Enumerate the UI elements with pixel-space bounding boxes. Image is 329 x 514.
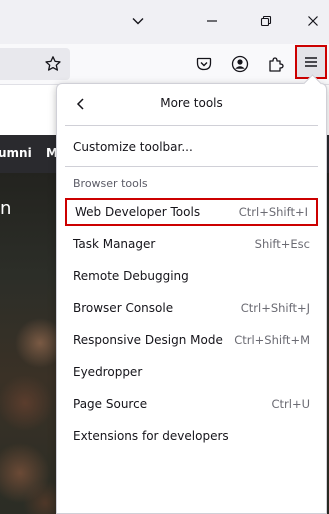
navigation-toolbar [0, 44, 329, 85]
list-all-tabs-button[interactable] [127, 10, 149, 32]
web-developer-tools-item[interactable]: Web Developer Tools Ctrl+Shift+I [65, 198, 318, 226]
account-icon [231, 55, 249, 73]
account-button[interactable] [228, 52, 252, 76]
eyedropper-item[interactable]: Eyedropper [65, 358, 318, 386]
menu-item-label: Responsive Design Mode [73, 333, 223, 347]
extensions-for-developers-item[interactable]: Extensions for developers [65, 422, 318, 450]
menu-item-shortcut: Ctrl+U [271, 397, 310, 411]
pocket-icon [196, 57, 212, 71]
close-window-button[interactable] [302, 10, 324, 32]
menu-item-label: Web Developer Tools [75, 205, 201, 219]
task-manager-item[interactable]: Task Manager Shift+Esc [65, 230, 318, 258]
responsive-design-mode-item[interactable]: Responsive Design Mode Ctrl+Shift+M [65, 326, 318, 354]
separator [65, 166, 318, 167]
minimize-icon [207, 20, 217, 22]
pocket-button[interactable] [192, 52, 216, 76]
menu-item-label: Extensions for developers [73, 429, 229, 443]
title-bar [0, 0, 329, 44]
menu-item-shortcut: Shift+Esc [254, 237, 310, 251]
star-icon [45, 56, 61, 71]
minimize-button[interactable] [201, 10, 223, 32]
menu-item-label: Page Source [73, 397, 148, 411]
more-tools-panel: More tools Customize toolbar... Browser … [56, 74, 327, 514]
customize-toolbar-item[interactable]: Customize toolbar... [65, 133, 318, 161]
hamburger-menu-icon [305, 57, 317, 67]
restore-icon [260, 15, 272, 27]
extensions-button[interactable] [264, 52, 288, 76]
menu-item-label: Remote Debugging [73, 269, 189, 283]
menu-item-shortcut: Ctrl+Shift+I [238, 205, 308, 219]
menu-item-label: Eyedropper [73, 365, 143, 379]
menu-item-label: Customize toolbar... [73, 140, 193, 154]
panel-title: More tools [160, 96, 223, 110]
menu-item-label: Browser Console [73, 301, 174, 315]
menu-item-shortcut: Ctrl+Shift+J [240, 301, 310, 315]
browser-tools-section-label: Browser tools [73, 177, 148, 190]
menu-item-label: Task Manager [73, 237, 156, 251]
browser-console-item[interactable]: Browser Console Ctrl+Shift+J [65, 294, 318, 322]
menu-item-shortcut: Ctrl+Shift+M [234, 333, 310, 347]
chevron-down-icon [132, 18, 144, 25]
close-icon [308, 16, 318, 26]
page-source-item[interactable]: Page Source Ctrl+U [65, 390, 318, 418]
bookmark-star-button[interactable] [41, 52, 65, 76]
hero-heading: n [0, 198, 12, 219]
restore-button[interactable] [255, 10, 277, 32]
panel-header: More tools [57, 84, 326, 124]
site-nav-item[interactable]: umni [0, 146, 32, 160]
separator [65, 125, 318, 126]
remote-debugging-item[interactable]: Remote Debugging [65, 262, 318, 290]
puzzle-piece-icon [269, 57, 284, 72]
